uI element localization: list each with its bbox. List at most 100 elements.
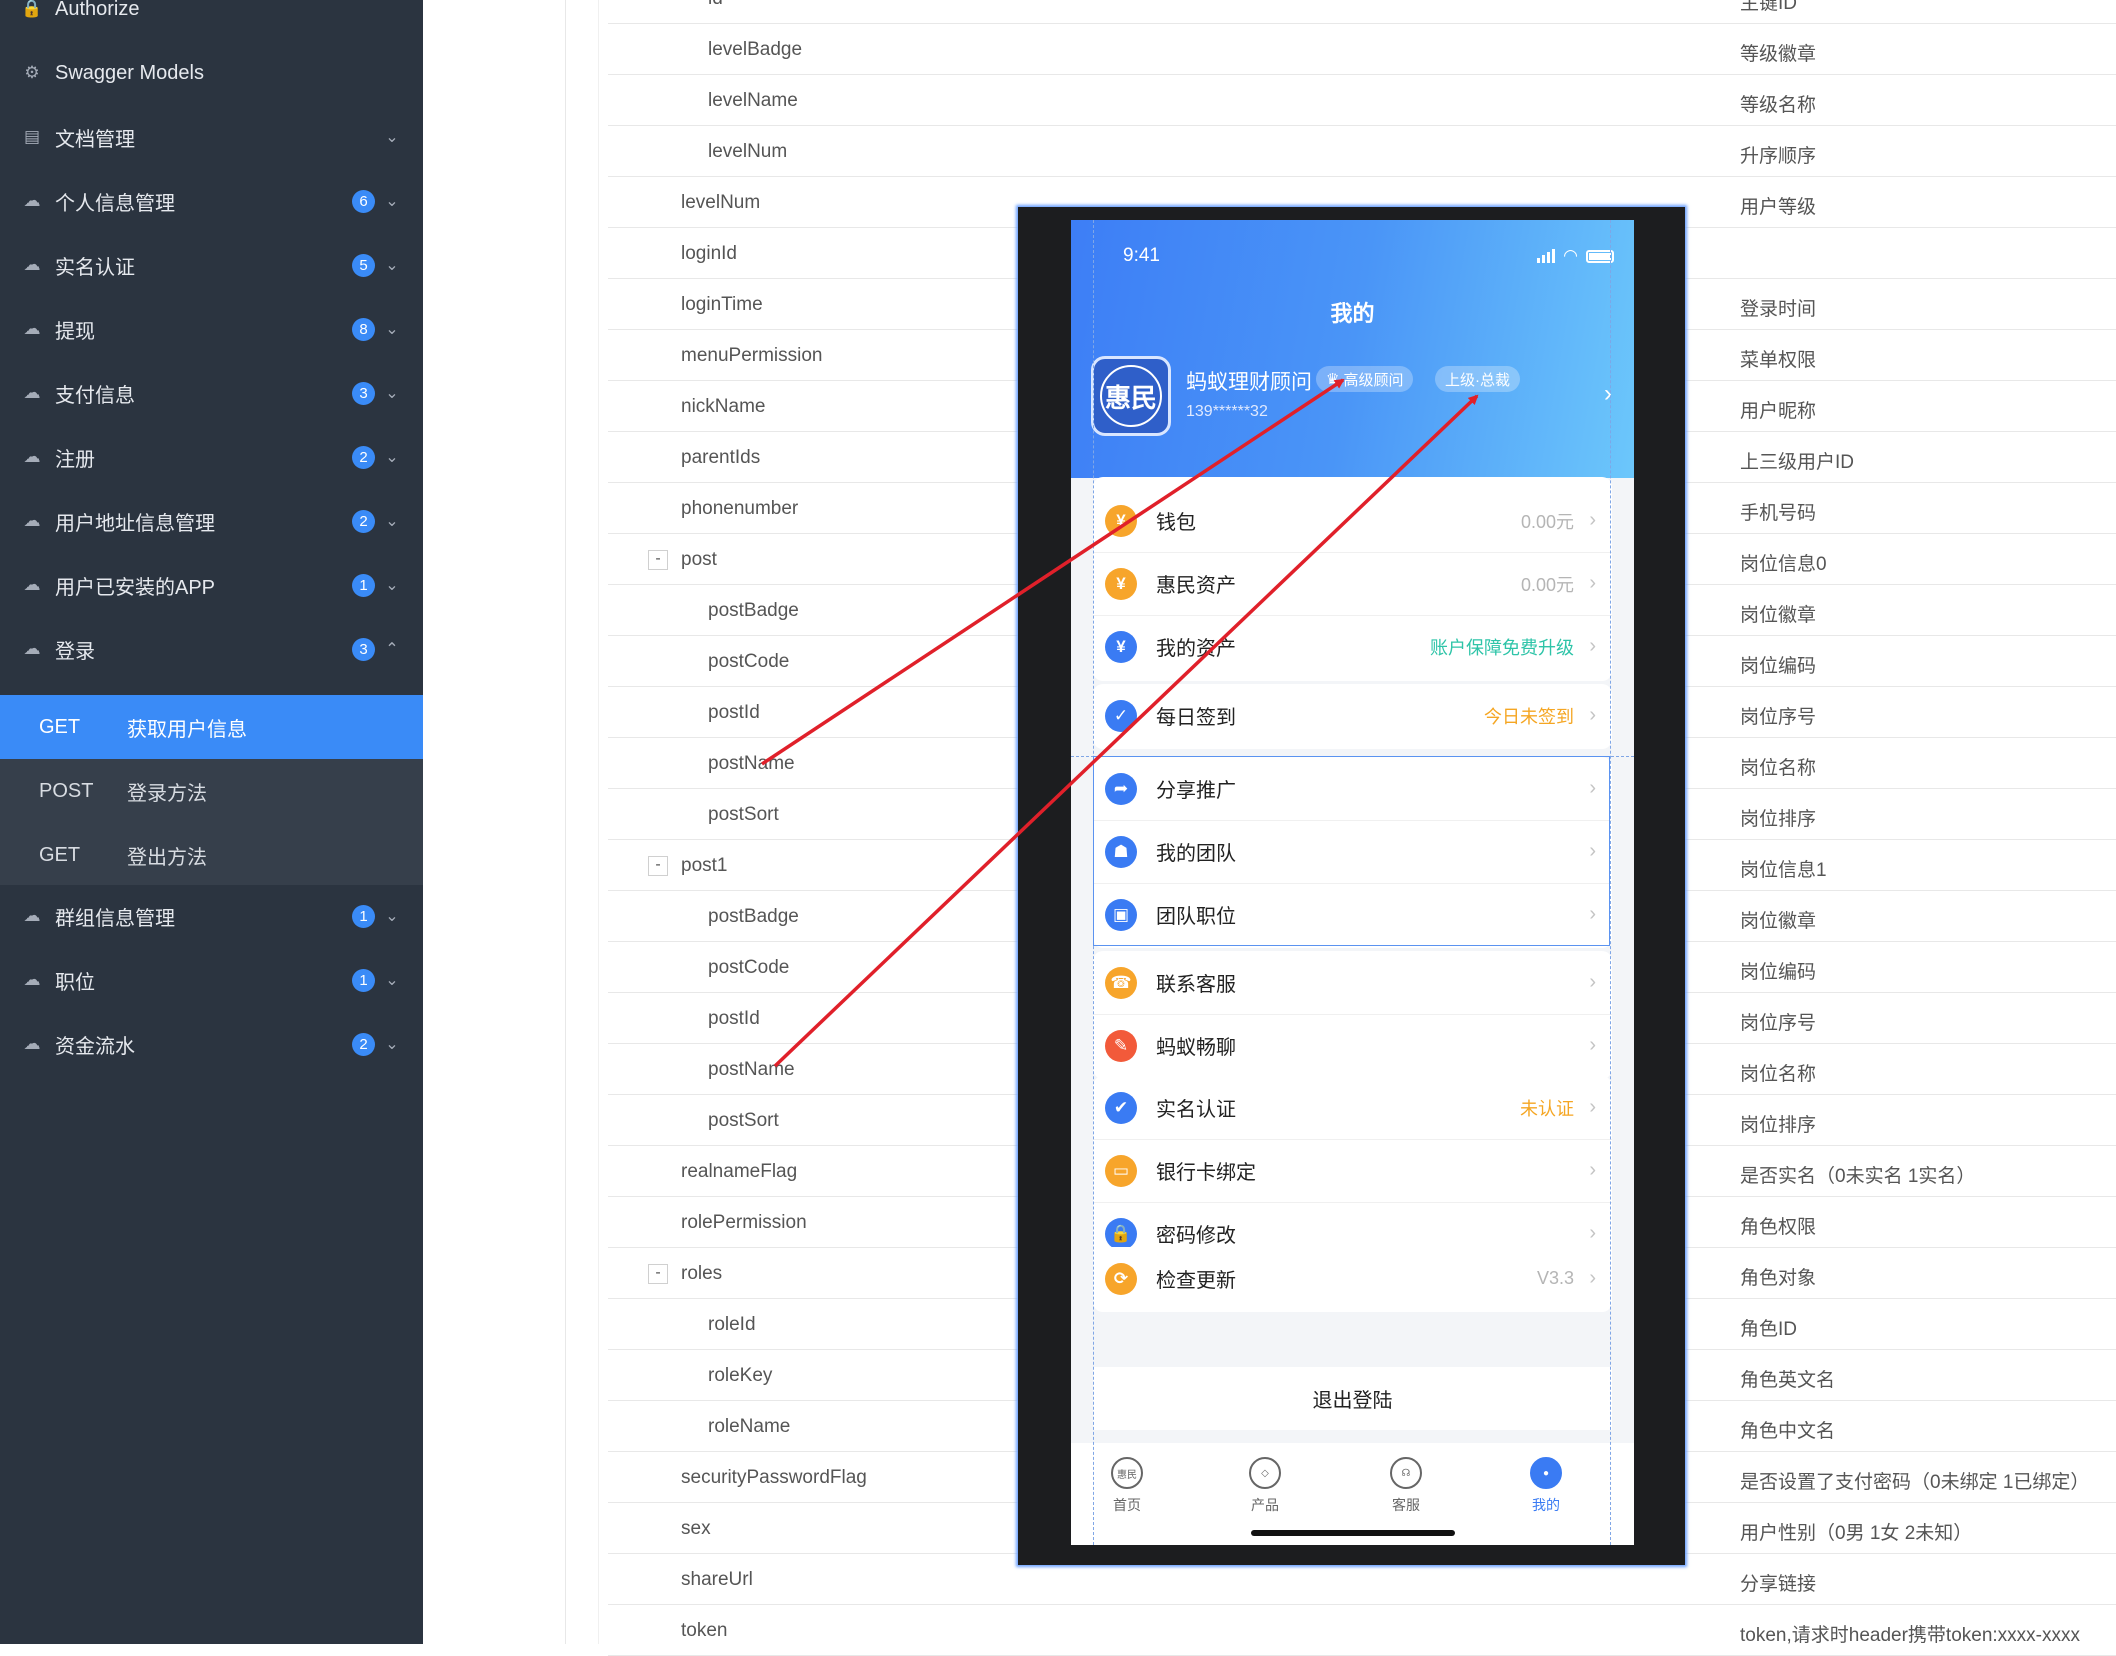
chevron-down-icon: ⌄ <box>385 257 399 274</box>
chevron-down-icon: ⌄ <box>385 908 399 925</box>
param-description: 岗位信息0 <box>1740 554 1827 575</box>
menu-item[interactable]: ✓ 每日签到 今日未签到 › <box>1093 684 1612 747</box>
param-description: 手机号码 <box>1740 503 1817 524</box>
param-name: loginId <box>681 243 737 264</box>
endpoint-title: 登录方法 <box>127 782 207 805</box>
sidebar-item[interactable]: ☁ 个人信息管理 6 ⌄ <box>0 169 423 233</box>
sidebar-item-label: 用户已安装的APP <box>55 576 216 599</box>
count-badge: 6 <box>352 189 375 213</box>
param-name: shareUrl <box>681 1569 753 1590</box>
param-name: token <box>681 1620 728 1641</box>
menu-item[interactable]: ☎ 联系客服 › <box>1093 951 1612 1014</box>
level-tag: ♛ 高级顾问 <box>1316 366 1414 392</box>
collapse-toggle[interactable]: - <box>648 550 668 570</box>
menu-item-label: 实名认证 <box>1156 1099 1236 1121</box>
sidebar-item[interactable]: ⚙ Swagger Models <box>0 41 423 105</box>
sidebar-item[interactable]: ☁ 提现 8 ⌄ <box>0 297 423 361</box>
collapse-toggle[interactable]: - <box>648 1264 668 1284</box>
collapse-toggle[interactable]: - <box>648 856 668 876</box>
param-description: 登录时间 <box>1740 299 1817 320</box>
tab-2[interactable]: ☊ 客服 <box>1366 1457 1446 1515</box>
chevron-right-icon: › <box>1589 572 1596 594</box>
chevron-right-icon: › <box>1589 1267 1596 1289</box>
param-description: 岗位排序 <box>1740 809 1817 830</box>
menu-item-label: 我的资产 <box>1156 638 1236 660</box>
sidebar-item[interactable]: ☁ 注册 2 ⌄ <box>0 425 423 489</box>
menu-item[interactable]: ✔ 实名认证 未认证 › <box>1093 1076 1612 1139</box>
avatar[interactable]: 惠民 <box>1091 356 1171 436</box>
menu-item-label: 密码修改 <box>1156 1225 1236 1247</box>
sidebar-item[interactable]: ☁ 实名认证 5 ⌄ <box>0 233 423 297</box>
cloud-icon: ☁ <box>23 191 41 210</box>
sidebar-item[interactable]: 🔒 Authorize <box>0 0 423 41</box>
sidebar-item-label: Swagger Models <box>55 61 204 84</box>
endpoint-title: 登出方法 <box>127 846 207 869</box>
chevron-right-icon: › <box>1589 971 1596 993</box>
phone-number: 139******32 <box>1186 403 1268 420</box>
tab-label: 我的 <box>1532 1497 1560 1513</box>
cloud-icon: ☁ <box>23 383 41 402</box>
chevron-down-icon: ⌄ <box>385 193 399 210</box>
menu-item[interactable]: ¥ 惠民资产 0.00元 › <box>1093 552 1612 615</box>
param-name: postName <box>708 1059 795 1080</box>
sidebar-item[interactable]: ☁ 登录 3 ⌃ <box>0 617 423 681</box>
menu-item-value: 未认证 <box>1520 1098 1574 1119</box>
sidebar-item[interactable]: ☁ 资金流水 2 ⌄ <box>0 1012 423 1076</box>
tab-1[interactable]: ◇ 产品 <box>1225 1457 1305 1515</box>
sidebar-item-label: 注册 <box>55 448 95 471</box>
count-badge: 2 <box>352 445 375 469</box>
menu-item[interactable]: ¥ 钱包 0.00元 › <box>1093 489 1612 552</box>
chevron-down-icon: ⌄ <box>385 972 399 989</box>
cloud-icon: ☁ <box>23 906 41 925</box>
calendar-check-icon: ✓ <box>1105 699 1137 732</box>
sidebar-item[interactable]: ☁ 群组信息管理 1 ⌄ <box>0 884 423 948</box>
divider <box>1093 1014 1612 1015</box>
sidebar-item-label: 群组信息管理 <box>55 907 175 930</box>
param-description: 岗位排序 <box>1740 1115 1817 1136</box>
param-description: 岗位序号 <box>1740 707 1817 728</box>
sidebar-item[interactable]: ☁ 职位 1 ⌄ <box>0 948 423 1012</box>
menu-item[interactable]: ⟳ 检查更新 V3.3 › <box>1093 1247 1612 1310</box>
count-badge: 1 <box>352 968 375 992</box>
gear-icon: ⚙ <box>24 63 40 82</box>
cloud-icon: ☁ <box>23 447 41 466</box>
submenu-item[interactable]: POST 登录方法 <box>0 759 423 823</box>
table-row: levelNum 升序顺序 <box>608 126 2116 177</box>
chevron-up-icon: ⌃ <box>385 641 399 658</box>
sidebar-item[interactable]: ☁ 用户已安装的APP 1 ⌄ <box>0 553 423 617</box>
param-name: roles <box>681 1263 723 1284</box>
param-description: 用户昵称 <box>1740 401 1817 422</box>
status-icons: ◠ <box>1537 246 1614 266</box>
menu-item[interactable]: ✎ 蚂蚁畅聊 › <box>1093 1014 1612 1077</box>
sidebar-item-label: 支付信息 <box>55 384 135 407</box>
param-description: 岗位名称 <box>1740 1064 1817 1085</box>
cloud-icon: ☁ <box>23 255 41 274</box>
sidebar-item-label: 个人信息管理 <box>55 192 175 215</box>
logout-button[interactable]: 退出登陆 <box>1093 1367 1612 1430</box>
sidebar-item[interactable]: ☁ 用户地址信息管理 2 ⌄ <box>0 489 423 553</box>
sidebar-item[interactable]: ▤ 文档管理 ⌄ <box>0 105 423 169</box>
chevron-right-icon: › <box>1589 635 1596 657</box>
param-description: 岗位徽章 <box>1740 911 1817 932</box>
param-name: postBadge <box>708 906 799 927</box>
menu-item[interactable]: ¥ 我的资产 账户保障免费升级 › <box>1093 615 1612 678</box>
param-name: menuPermission <box>681 345 823 366</box>
menu-item-label: 每日签到 <box>1156 707 1236 729</box>
submenu-item[interactable]: GET 登出方法 <box>0 823 423 887</box>
chevron-right-icon: › <box>1589 509 1596 531</box>
menu-item-label: 银行卡绑定 <box>1156 1162 1256 1184</box>
param-name: levelName <box>708 90 798 111</box>
tab-0[interactable]: 惠民 首页 <box>1087 1457 1167 1515</box>
tab-3[interactable]: ● 我的 <box>1506 1457 1586 1515</box>
menu-item[interactable]: ▭ 银行卡绑定 › <box>1093 1139 1612 1202</box>
submenu-item[interactable]: GET 获取用户信息 <box>0 695 423 759</box>
param-name: roleId <box>708 1314 756 1335</box>
param-description: 升序顺序 <box>1740 146 1817 167</box>
assets-icon: ¥ <box>1105 567 1137 600</box>
home-logo-icon: 惠民 <box>1111 1457 1143 1489</box>
sidebar-item-label: Authorize <box>55 0 140 20</box>
param-name: postBadge <box>708 600 799 621</box>
sidebar-item-label: 文档管理 <box>55 128 135 151</box>
sidebar-item[interactable]: ☁ 支付信息 3 ⌄ <box>0 361 423 425</box>
menu-item-label: 蚂蚁畅聊 <box>1156 1037 1236 1059</box>
